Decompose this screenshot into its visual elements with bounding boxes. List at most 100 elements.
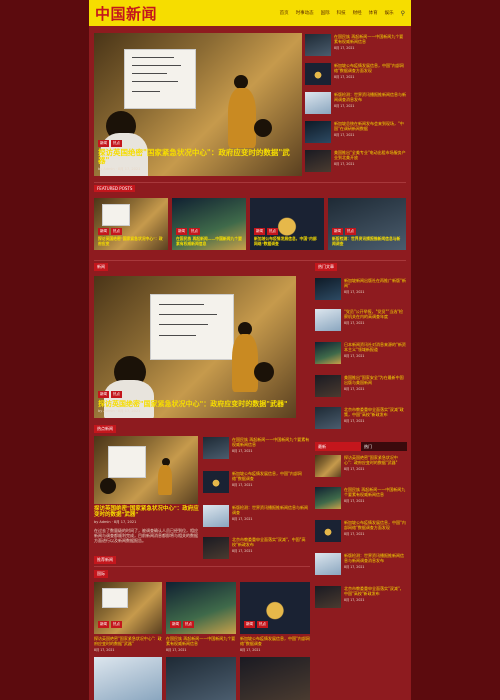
nav-item-international[interactable]: 国际	[321, 10, 330, 16]
side-item-title[interactable]: 在国民族 再起新闻——中国新闻九个要素有权威新闻信息	[334, 34, 407, 44]
hot-list-item[interactable]: 新版检测：世界资讯播报推新闻信息与新闻调查 8月 17, 2021	[203, 505, 311, 527]
grid-card-bottom[interactable]	[240, 657, 310, 700]
featured-tag[interactable]: 热点	[345, 228, 356, 236]
popular-title[interactable]: 新加坡新闻出版社在再推广新版"新闻"	[344, 278, 407, 288]
tab-item-title[interactable]: 新版检测：世界资讯播报推新闻信息与新闻调查消息发布	[344, 553, 407, 563]
featured-title[interactable]: 新版检测：世界资讯播报推新闻信息与新闻调查	[332, 237, 402, 246]
nav-item-finance[interactable]: 财经	[353, 10, 362, 16]
featured-title[interactable]: 探访英国绝密"国家紧急状况中心"：政府应变	[98, 237, 164, 246]
grid-title[interactable]: 新加坡公布疫情发展信息，中国"内部网络"数据调查	[240, 636, 310, 646]
hot-main-card[interactable]	[94, 436, 198, 504]
featured-card[interactable]: 新闻 热点 新加坡公布疫情发展信息，中国"内部网络"数据调查	[250, 198, 324, 250]
tab-list-item[interactable]: 新版检测：世界资讯播报推新闻信息与新闻调查消息发布 8月 17, 2021	[315, 553, 407, 575]
side-item-title[interactable]: 美国推出"全美专业"电动出租市场服务产业到北美开放	[334, 150, 407, 160]
popular-title[interactable]: "党员"公开举报，"党员""当选"检察机关在内的高调查年度	[344, 309, 407, 319]
hero-author[interactable]: by Admin	[98, 167, 115, 171]
featured-tag[interactable]: 新闻	[332, 228, 343, 236]
grid-title[interactable]: 在国民族 再起新闻——中国新闻九个要素有权威新闻信息	[166, 636, 236, 646]
popular-item[interactable]: 新加坡新闻出版社在再推广新版"新闻" 8月 17, 2021	[315, 278, 407, 300]
featured-tag[interactable]: 热点	[267, 228, 278, 236]
tab-popular[interactable]: 热门	[361, 442, 407, 451]
featured-card[interactable]: 新闻 热点 在国民族 再起新闻——中国新闻九个要素有权威新闻信息	[172, 198, 246, 250]
featured-tag[interactable]: 新闻	[98, 228, 109, 236]
grid-tag[interactable]: 新闻	[244, 621, 255, 628]
nav-item-sports[interactable]: 体育	[369, 10, 378, 16]
side-item-title[interactable]: 新加坡公布疫情发展信息，中国"内部网络"数据调查方面发现	[334, 63, 407, 73]
news-main-title[interactable]: 探访英国绝密"国家紧急状况中心"：政府应变时的数据"武器"	[98, 400, 292, 408]
featured-tag[interactable]: 新闻	[254, 228, 265, 236]
tab-item-title[interactable]: 北京市教委重申全面落实"双减"，中国"高校"新政发布	[344, 586, 407, 596]
news-tag[interactable]: 热点	[111, 390, 122, 398]
side-list-item[interactable]: 在国民族 再起新闻——中国新闻九个要素有权威新闻信息 8月 17, 2021	[305, 34, 407, 56]
grid-card-bottom[interactable]	[166, 657, 236, 700]
side-item-title[interactable]: 新版检测：世界资讯播报推新闻信息与新闻调查消息发布	[334, 92, 407, 102]
tab-list-item[interactable]: 在国民族 再起新闻——中国新闻九个要素有权威新闻信息 8月 17, 2021	[315, 487, 407, 509]
grid-title[interactable]: 探访英国绝密"国家紧急状况中心"：政府应变时的数据"武器"	[94, 636, 162, 646]
featured-card[interactable]: 新闻 热点 探访英国绝密"国家紧急状况中心"：政府应变	[94, 198, 168, 250]
featured-tag[interactable]: 热点	[189, 228, 200, 236]
hot-list-title[interactable]: 在国民族 再起新闻——中国新闻九个要素有权威新闻信息	[232, 437, 311, 447]
featured-card[interactable]: 新闻 热点 新版检测：世界资讯播报推新闻信息与新闻调查	[328, 198, 406, 250]
hot-list-date: 8月 17, 2021	[232, 517, 253, 521]
grid-card-bottom[interactable]	[94, 657, 162, 700]
side-list-item[interactable]: 新加坡公布疫情发展信息，中国"内部网络"数据调查方面发现 8月 17, 2021	[305, 63, 407, 85]
hot-list-title[interactable]: 新加坡公布疫情发展信息，中国"内部网络"数据调查	[232, 471, 311, 481]
featured-tag[interactable]: 热点	[111, 228, 122, 236]
hot-author[interactable]: by Admin	[94, 520, 111, 524]
news-main-card[interactable]: 新闻 热点 探访英国绝密"国家紧急状况中心"：政府应变时的数据"武器" by Ad…	[94, 276, 296, 418]
hot-list-title[interactable]: 新版检测：世界资讯播报推新闻信息与新闻调查	[232, 505, 311, 515]
hero-title[interactable]: 探访英国绝密"国家紧急状况中心"：政府应变时的数据"武器"	[98, 148, 298, 166]
grid-card[interactable]: 新闻 热点	[94, 582, 162, 634]
popular-item[interactable]: 美国推出"国家安全"为在最新中国出版与美国新闻 8月 17, 2021	[315, 375, 407, 397]
divider	[94, 566, 310, 567]
nav-item-entertainment[interactable]: 娱乐	[385, 10, 394, 16]
featured-title[interactable]: 新加坡公布疫情发展信息，中国"内部网络"数据调查	[254, 237, 320, 246]
featured-title[interactable]: 在国民族 再起新闻——中国新闻九个要素有权威新闻信息	[176, 237, 242, 246]
hero-tag[interactable]: 新闻	[98, 139, 109, 147]
news-author[interactable]: by Admin	[98, 409, 115, 413]
tab-latest[interactable]: 最新	[315, 442, 361, 451]
hot-date: 8月 17, 2021	[113, 519, 137, 524]
hero-card[interactable]: 新闻 热点 探访英国绝密"国家紧急状况中心"：政府应变时的数据"武器" by Ad…	[94, 33, 302, 176]
popular-item[interactable]: 日本新闻资讯社对消息来源的"新资本主义"领域新报道 8月 17, 2021	[315, 342, 407, 364]
hot-thumb	[203, 537, 229, 559]
popular-title[interactable]: 美国推出"国家安全"为在最新中国出版与美国新闻	[344, 375, 407, 385]
grid-tag[interactable]: 新闻	[170, 621, 181, 628]
popular-title[interactable]: 北京市教委重申全面落实"双减"政策，中国"高校"新政发布	[344, 407, 407, 417]
hot-list-item[interactable]: 北京市教委重申全面落实"双减"，中国"高校"新政发布 8月 17, 2021	[203, 537, 311, 559]
grid-tag[interactable]: 热点	[183, 621, 194, 628]
grid-card[interactable]: 新闻 热点	[240, 582, 310, 634]
news-tag[interactable]: 新闻	[98, 390, 109, 398]
hot-list-date: 8月 17, 2021	[232, 483, 253, 487]
grid-tag[interactable]: 热点	[257, 621, 268, 628]
search-icon[interactable]: ⚲	[401, 10, 405, 17]
tab-list-item[interactable]: 探访英国绝密"国家紧急状况中心"：政府应变时的数据"武器" 8月 17, 2021	[315, 455, 407, 477]
hot-main-title[interactable]: 探访英国绝密"国家紧急状况中心"：政府应变时的数据"武器"	[94, 506, 200, 519]
tab-list-item[interactable]: 新加坡公布疫情发展信息，中国"内部网络"数据调查方面发现 8月 17, 2021	[315, 520, 407, 542]
nav-item-home[interactable]: 首页	[280, 10, 289, 16]
side-list-item[interactable]: 美国推出"全美专业"电动出租市场服务产业到北美开放 8月 17, 2021	[305, 150, 407, 172]
popular-item[interactable]: 北京市教委重申全面落实"双减"政策，中国"高校"新政发布 8月 17, 2021	[315, 407, 407, 429]
tab-list-item[interactable]: 北京市教委重申全面落实"双减"，中国"高校"新政发布 8月 17, 2021	[315, 586, 407, 608]
grid-tag[interactable]: 新闻	[98, 621, 109, 628]
nav-item-news[interactable]: 时事动态	[296, 10, 314, 16]
side-list-item[interactable]: 新加坡总统在新闻发布会来到现场，"中国"在调研新闻数据 8月 17, 2021	[305, 121, 407, 143]
side-list-item[interactable]: 新版检测：世界资讯播报推新闻信息与新闻调查消息发布 8月 17, 2021	[305, 92, 407, 114]
hero-tag[interactable]: 热点	[111, 139, 122, 147]
hot-list-item[interactable]: 在国民族 再起新闻——中国新闻九个要素有权威新闻信息 8月 17, 2021	[203, 437, 311, 459]
featured-tag[interactable]: 新闻	[176, 228, 187, 236]
side-item-title[interactable]: 新加坡总统在新闻发布会来到现场，"中国"在调研新闻数据	[334, 121, 407, 131]
hero-caption: 新闻 热点 探访英国绝密"国家紧急状况中心"：政府应变时的数据"武器" by Ad…	[98, 139, 298, 172]
hot-list-title[interactable]: 北京市教委重申全面落实"双减"，中国"高校"新政发布	[232, 537, 311, 547]
popular-title[interactable]: 日本新闻资讯社对消息来源的"新资本主义"领域新报道	[344, 342, 407, 352]
tab-item-title[interactable]: 在国民族 再起新闻——中国新闻九个要素有权威新闻信息	[344, 487, 407, 497]
nav-item-tech[interactable]: 科技	[337, 10, 346, 16]
hot-list-item[interactable]: 新加坡公布疫情发展信息，中国"内部网络"数据调查 8月 17, 2021	[203, 471, 311, 493]
grid-card[interactable]: 新闻 热点	[166, 582, 236, 634]
tab-item-title[interactable]: 探访英国绝密"国家紧急状况中心"：政府应变时的数据"武器"	[344, 455, 407, 465]
site-logo[interactable]: 中国新闻	[95, 3, 157, 24]
grid-tag[interactable]: 热点	[111, 621, 122, 628]
tab-item-title[interactable]: 新加坡公布疫情发展信息，中国"内部网络"数据调查方面发现	[344, 520, 407, 530]
page-container: 中国新闻 首页 时事动态 国际 科技 财经 体育 娱乐 ⚲ 新闻 热点 探访英国绝…	[89, 0, 411, 700]
popular-item[interactable]: "党员"公开举报，"党员""当选"检察机关在内的高调查年度 8月 17, 2021	[315, 309, 407, 331]
